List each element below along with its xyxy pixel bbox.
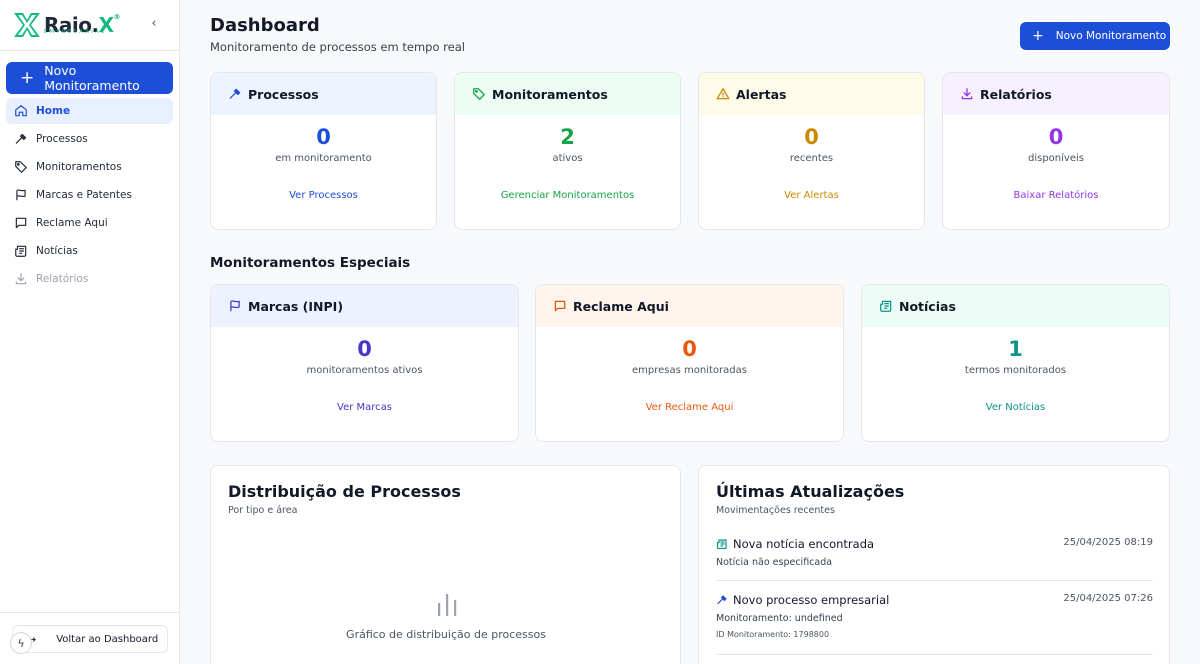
stat-value: 0: [804, 125, 819, 149]
bar-chart-icon: [438, 594, 457, 616]
panel-subtitle: Por tipo e área: [228, 505, 298, 516]
stat-description: disponíveis: [1028, 153, 1084, 164]
card-header: Alertas: [699, 73, 924, 115]
chart-placeholder-text: Gráfico de distribuição de processos: [346, 628, 546, 641]
gavel-icon: [716, 594, 728, 606]
tag-icon: [14, 160, 28, 174]
panel-subtitle: Movimentações recentes: [716, 505, 835, 516]
plus-icon: +: [1032, 28, 1044, 44]
sidebar-item-noticias[interactable]: Notícias: [6, 238, 173, 264]
card-header: Marcas (INPI): [211, 285, 518, 327]
brand-logo[interactable]: Raio.X®: [12, 10, 120, 40]
view-processos-link[interactable]: Ver Processos: [211, 190, 436, 201]
sidebar-divider: [0, 50, 179, 51]
view-noticias-link[interactable]: Ver Notícias: [862, 402, 1169, 413]
sidebar-nav: Home Processos Monitoramentos Marcas e P…: [6, 98, 173, 294]
update-item[interactable]: Novo processo empresarial 25/04/2025 07:…: [716, 593, 1153, 639]
stat-card-processos: Processos 0 em monitoramento Ver Process…: [210, 72, 437, 230]
card-header: Relatórios: [943, 73, 1169, 115]
stat-value: 0: [1048, 125, 1064, 149]
update-monitoring-id: ID Monitoramento: 1798800: [716, 630, 830, 639]
message-icon: [553, 299, 567, 313]
alert-icon: [716, 87, 730, 101]
stat-value: 0: [682, 337, 697, 361]
download-icon: [14, 272, 28, 286]
distribution-panel: Distribuição de Processos Por tipo e áre…: [210, 465, 681, 664]
view-reclame-aqui-link[interactable]: Ver Reclame Aqui: [536, 402, 843, 413]
updates-panel: Últimas Atualizações Movimentações recen…: [698, 465, 1170, 664]
newspaper-icon: [879, 299, 893, 313]
stat-description: ativos: [552, 153, 583, 164]
stat-description: empresas monitoradas: [632, 365, 747, 376]
tag-icon: [472, 87, 486, 101]
gavel-icon: [228, 87, 242, 101]
card-header: Monitoramentos: [455, 73, 680, 115]
sidebar-bottom-divider: [0, 612, 179, 613]
update-divider: [716, 580, 1153, 581]
update-timestamp: 25/04/2025 07:26: [1063, 593, 1153, 604]
sidebar-item-reclame-aqui[interactable]: Reclame Aqui: [6, 210, 173, 236]
card-header: Reclame Aqui: [536, 285, 843, 327]
special-card-marcas: Marcas (INPI) 0 monitoramentos ativos Ve…: [210, 284, 519, 442]
stat-card-relatorios: Relatórios 0 disponíveis Baixar Relatóri…: [942, 72, 1170, 230]
card-header: Notícias: [862, 285, 1169, 327]
update-description: Monitoramento: undefined: [716, 613, 843, 624]
home-icon: [14, 104, 28, 118]
plus-icon: +: [20, 67, 35, 88]
header-new-monitoring-button[interactable]: + Novo Monitoramento: [1020, 22, 1170, 50]
stat-value: 2: [560, 125, 575, 149]
stat-value: 0: [316, 125, 331, 149]
stat-card-alertas: Alertas 0 recentes Ver Alertas: [698, 72, 925, 230]
stat-description: recentes: [789, 153, 834, 164]
logo-x-icon: [14, 13, 40, 37]
stat-description: termos monitorados: [964, 365, 1067, 376]
update-timestamp: 25/04/2025 08:19: [1063, 537, 1153, 548]
special-card-reclame-aqui: Reclame Aqui 0 empresas monitoradas Ver …: [535, 284, 844, 442]
sidebar-item-home[interactable]: Home: [6, 98, 173, 124]
update-item[interactable]: Nova notícia encontrada 25/04/2025 08:19…: [716, 537, 1153, 568]
flag-icon: [14, 188, 28, 202]
stat-description: em monitoramento: [275, 153, 372, 164]
download-relatorios-link[interactable]: Baixar Relatórios: [943, 190, 1169, 201]
sidebar-item-marcas-patentes[interactable]: Marcas e Patentes: [6, 182, 173, 208]
collapse-sidebar-button[interactable]: ‹: [148, 17, 160, 31]
update-description: Notícia não especificada: [716, 557, 833, 568]
message-icon: [14, 216, 28, 230]
sidebar-item-relatorios[interactable]: Relatórios: [6, 266, 173, 292]
gavel-icon: [14, 132, 28, 146]
stat-value: 0: [357, 337, 372, 361]
back-to-dashboard-button[interactable]: → Voltar ao Dashboard: [12, 625, 168, 653]
newspaper-icon: [716, 538, 728, 550]
update-divider: [716, 654, 1153, 655]
panel-title: Distribuição de Processos: [228, 482, 461, 501]
page-subtitle: Monitoramento de processos em tempo real: [210, 40, 465, 54]
stat-description: monitoramentos ativos: [306, 365, 423, 376]
special-card-noticias: Notícias 1 termos monitorados Ver Notíci…: [861, 284, 1170, 442]
sidebar: Raio.X® EMPRESARIAL ‹ + Novo Monitoramen…: [0, 0, 180, 664]
view-alertas-link[interactable]: Ver Alertas: [699, 190, 924, 201]
section-title-special: Monitoramentos Especiais: [210, 255, 411, 271]
panel-title: Últimas Atualizações: [716, 482, 905, 501]
card-header: Processos: [211, 73, 436, 115]
sidebar-item-monitoramentos[interactable]: Monitoramentos: [6, 154, 173, 180]
stat-card-monitoramentos: Monitoramentos 2 ativos Gerenciar Monito…: [454, 72, 681, 230]
view-marcas-link[interactable]: Ver Marcas: [211, 402, 518, 413]
newspaper-icon: [14, 244, 28, 258]
download-icon: [960, 87, 974, 101]
flag-icon: [228, 299, 242, 313]
bolt-icon[interactable]: ϟ: [10, 632, 32, 654]
sidebar-new-monitoring-button[interactable]: + Novo Monitoramento: [6, 62, 173, 94]
manage-monitoramentos-link[interactable]: Gerenciar Monitoramentos: [455, 190, 680, 201]
brand-tagline: EMPRESARIAL: [44, 29, 107, 35]
stat-value: 1: [1008, 337, 1023, 361]
sidebar-item-processos[interactable]: Processos: [6, 126, 173, 152]
page-title: Dashboard: [210, 15, 320, 36]
